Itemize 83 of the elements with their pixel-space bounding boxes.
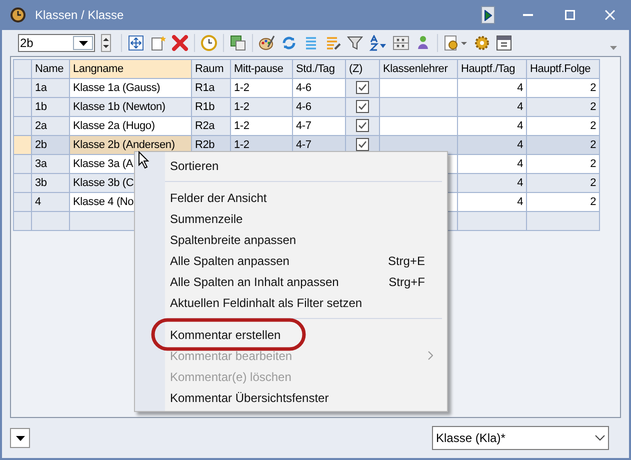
column-header[interactable]: Hauptf.Folge	[526, 60, 600, 78]
table-cell: 4	[458, 136, 526, 154]
table-cell: 2	[526, 192, 600, 212]
view-selector[interactable]: Klasse (Kla)*	[432, 426, 609, 450]
clock-icon[interactable]	[201, 35, 217, 51]
checkbox[interactable]	[356, 138, 369, 152]
play-icon	[484, 10, 492, 20]
column-header[interactable]: Mitt-pause	[230, 60, 292, 78]
maximize-icon[interactable]	[565, 10, 575, 20]
checkbox[interactable]	[356, 81, 369, 94]
table-cell: 4	[458, 192, 526, 212]
people-icon[interactable]	[415, 35, 431, 51]
table-cell: 2	[526, 174, 600, 192]
table-cell: 2a	[32, 116, 70, 136]
filter-icon[interactable]	[347, 35, 363, 51]
edit-list-icon[interactable]	[325, 35, 341, 51]
table-cell: 1a	[32, 78, 70, 98]
table-cell: R2a	[192, 116, 230, 136]
gear-icon[interactable]	[474, 35, 490, 51]
run-button[interactable]	[481, 6, 495, 24]
table-cell: 2b	[32, 136, 70, 154]
table-cell: 1-2	[230, 78, 292, 98]
table-cell: 4-6	[292, 98, 346, 116]
table-cell: Klasse 1b (Newton)	[70, 98, 192, 116]
copy-icon[interactable]	[230, 35, 246, 51]
refresh-icon[interactable]	[281, 35, 297, 51]
table-cell: Klasse 2a (Hugo)	[70, 116, 192, 136]
table-cell: 2	[526, 154, 600, 174]
new-document-icon[interactable]	[150, 35, 166, 51]
menu-item[interactable]: Spaltenbreite anpassen	[135, 229, 447, 250]
table-cell: R1a	[192, 78, 230, 98]
table-cell: Klasse 1a (Gauss)	[70, 78, 192, 98]
table-cell: 1-2	[230, 116, 292, 136]
dropdown-arrow-icon	[78, 40, 88, 46]
column-header[interactable]: Langname	[70, 60, 192, 78]
dropdown-button[interactable]	[10, 428, 30, 448]
spinner-icon[interactable]	[101, 34, 111, 52]
table-cell: 3a	[32, 154, 70, 174]
column-header[interactable]: Klassenlehrer	[380, 60, 458, 78]
table-cell: 4	[32, 192, 70, 212]
menu-item[interactable]: Kommentar Übersichtsfenster	[135, 387, 447, 408]
overflow-arrow-icon[interactable]	[610, 46, 617, 50]
chevron-down-icon	[595, 435, 605, 441]
class-selector[interactable]: 2b	[18, 34, 95, 52]
caret-icon	[16, 436, 24, 440]
table-cell: 4	[458, 116, 526, 136]
grid-icon[interactable]	[393, 35, 409, 51]
table-cell: 4-6	[292, 78, 346, 98]
table-cell: 4	[458, 154, 526, 174]
column-header[interactable]: Raum	[192, 60, 230, 78]
gear-document-icon[interactable]	[444, 35, 468, 51]
table-cell: 1-2	[230, 98, 292, 116]
column-header[interactable]: Name	[32, 60, 70, 78]
column-header[interactable]: (Z)	[346, 60, 380, 78]
close-icon[interactable]	[605, 10, 615, 20]
column-header[interactable]: Std./Tag	[292, 60, 346, 78]
table-cell: R1b	[192, 98, 230, 116]
column-header[interactable]: Hauptf./Tag	[458, 60, 526, 78]
delete-icon[interactable]	[172, 35, 188, 51]
checkbox[interactable]	[356, 100, 369, 114]
table-cell: 4	[458, 98, 526, 116]
move-icon[interactable]	[128, 35, 144, 51]
table-cell: 2	[526, 116, 600, 136]
calendar-icon[interactable]	[496, 35, 512, 51]
sort-icon[interactable]	[369, 35, 387, 51]
window-title: Klassen / Klasse	[35, 7, 124, 24]
table-cell: 2	[526, 78, 600, 98]
menu-item[interactable]: Alle Spalten anpassen Strg+E	[135, 250, 447, 271]
table-cell: 3b	[32, 174, 70, 192]
menu-item[interactable]: Kommentar erstellen	[135, 324, 447, 345]
mouse-cursor-icon	[138, 151, 150, 169]
menu-item[interactable]: Alle Spalten an Inhalt anpassen Strg+F	[135, 271, 447, 292]
menu-item[interactable]: Aktuellen Feldinhalt als Filter setzen	[135, 292, 447, 313]
table-cell: 2	[526, 136, 600, 154]
table-cell: 4-7	[292, 116, 346, 136]
clock-icon	[10, 7, 26, 23]
palette-icon[interactable]	[259, 35, 275, 51]
table-cell: 2	[526, 98, 600, 116]
table-cell: 1b	[32, 98, 70, 116]
corner-cell	[14, 60, 32, 78]
table-cell: 4	[458, 174, 526, 192]
checkbox[interactable]	[356, 119, 369, 132]
table-cell: 4	[458, 78, 526, 98]
